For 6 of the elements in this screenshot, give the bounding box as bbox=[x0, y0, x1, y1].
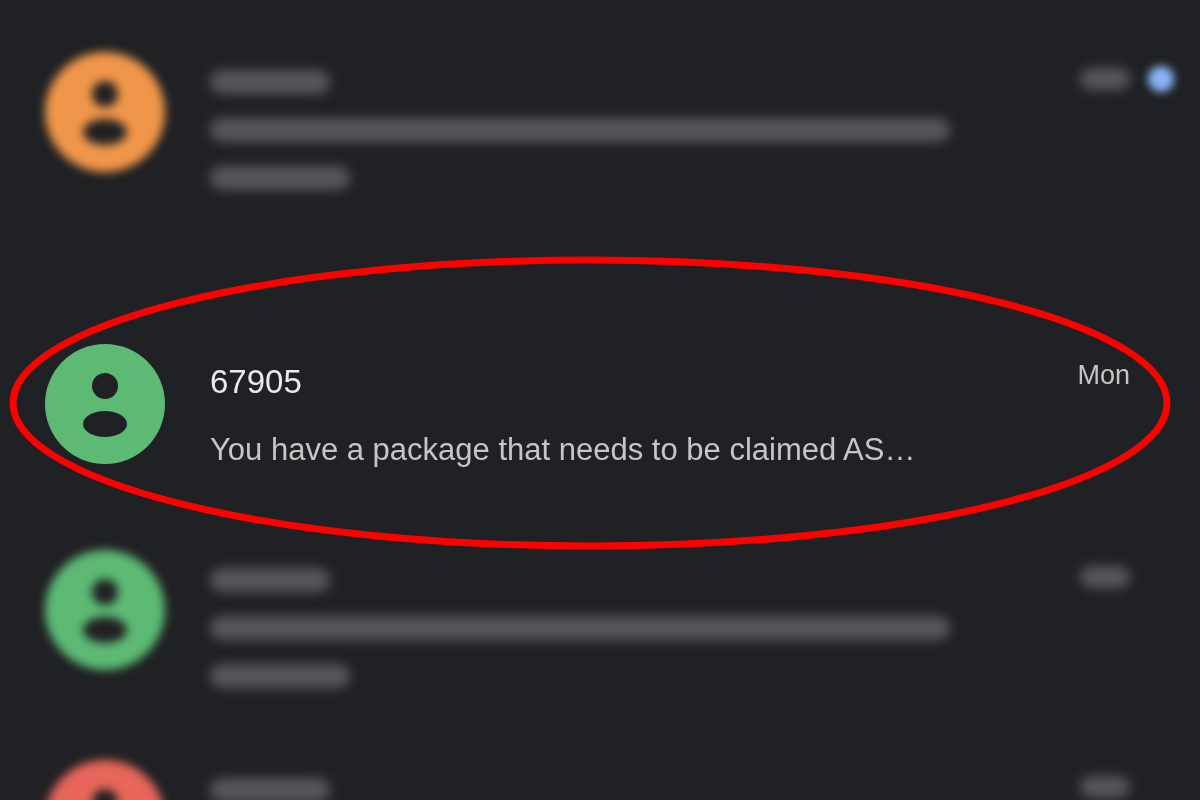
message-time: Mon bbox=[1077, 360, 1130, 390]
message-preview: You have a package that needs to be claimed AS… bbox=[210, 431, 917, 469]
sender-name: 67905 bbox=[210, 362, 303, 402]
blurred-time bbox=[1080, 776, 1130, 798]
blurred-time bbox=[1080, 566, 1130, 588]
blurred-time bbox=[1080, 68, 1130, 90]
